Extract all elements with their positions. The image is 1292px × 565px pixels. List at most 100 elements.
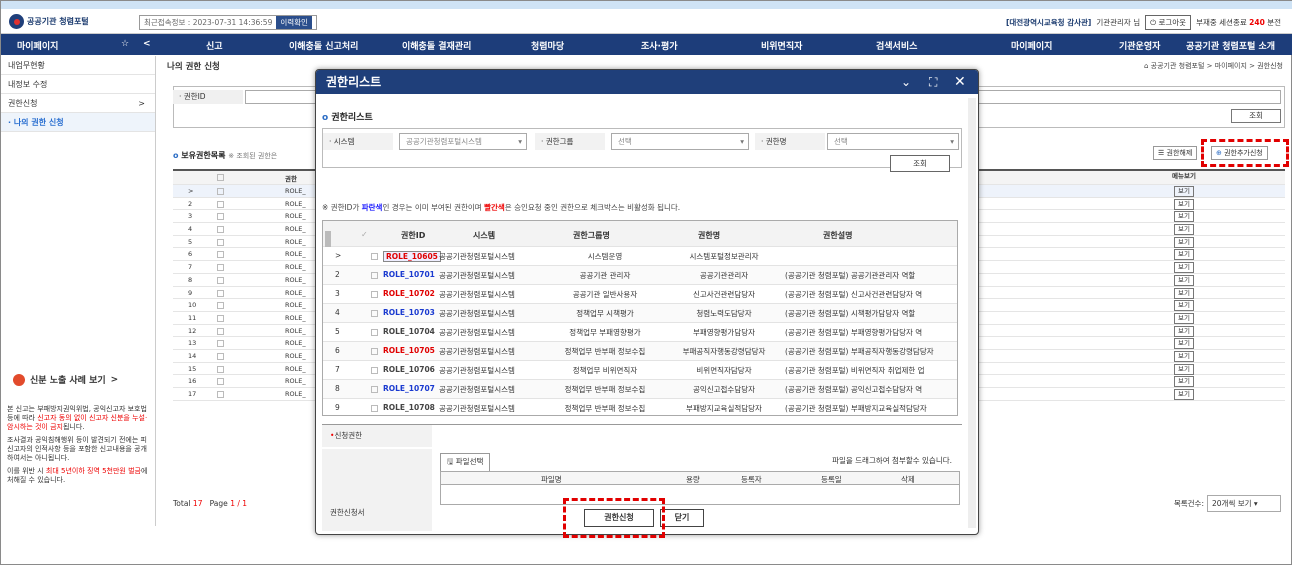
- row-checkbox[interactable]: [217, 264, 224, 272]
- row-checkbox[interactable]: [371, 386, 378, 393]
- row-checkbox[interactable]: [217, 238, 224, 246]
- search-button[interactable]: 조회: [1231, 109, 1281, 123]
- auth-table-row[interactable]: 5 ROLE_10704 공공기관청렴포털시스템 정책업무 부패영향평가 부패영향평가담…: [323, 323, 957, 342]
- row-checkbox[interactable]: [217, 365, 224, 373]
- view-button[interactable]: 보기: [1174, 249, 1194, 261]
- view-button[interactable]: 보기: [1174, 325, 1194, 337]
- close-icon[interactable]: ✕: [954, 70, 966, 94]
- auth-table-row[interactable]: 4 ROLE_10703 공공기관청렴포털시스템 정책업무 시책평가 청렴노력도담당자 (…: [323, 304, 957, 323]
- perpage-select[interactable]: 20개씩 보기 ▾: [1207, 495, 1281, 512]
- nav-mypage-title[interactable]: 마이페이지: [17, 39, 58, 52]
- view-button[interactable]: 보기: [1174, 389, 1194, 400]
- auth-table-row[interactable]: 7 ROLE_10706 공공기관청렴포털시스템 정책업무 비위면직자 비위면직자담당자…: [323, 361, 957, 380]
- row-num: 5: [335, 327, 340, 336]
- release-button[interactable]: ☰ 권한해제: [1153, 146, 1198, 160]
- row-checkbox[interactable]: [371, 348, 378, 355]
- logout-button[interactable]: ⏻ 로그아웃: [1145, 14, 1192, 30]
- view-button[interactable]: 보기: [1174, 236, 1194, 248]
- close-button[interactable]: 닫기: [660, 509, 704, 527]
- row-checkbox[interactable]: [371, 405, 378, 412]
- row-checkbox[interactable]: [217, 251, 224, 259]
- view-button[interactable]: 보기: [1174, 312, 1194, 324]
- row-checkbox[interactable]: [217, 276, 224, 284]
- auth-id: ROLE_10702: [383, 289, 435, 298]
- auth-table-header: ✓ 권한ID 시스템 권한그룹명 권한명 권한설명: [323, 221, 957, 247]
- row-checkbox[interactable]: [217, 302, 224, 310]
- view-button[interactable]: 보기: [1174, 363, 1194, 375]
- row-checkbox[interactable]: [217, 226, 224, 234]
- nav-mypage[interactable]: 마이페이지: [1011, 39, 1052, 52]
- auth-id: ROLE_10708: [383, 403, 435, 412]
- nav-conflict-approval[interactable]: 이해충돌 결재관리: [402, 39, 471, 52]
- maximize-icon[interactable]: ⛶: [929, 70, 937, 94]
- nav-org-admin[interactable]: 기관운영자: [1119, 39, 1160, 52]
- modal-scrollbar[interactable]: [968, 98, 976, 528]
- view-button[interactable]: 보기: [1174, 300, 1194, 312]
- name-select[interactable]: 선택: [827, 133, 959, 150]
- view-button[interactable]: 보기: [1174, 338, 1194, 350]
- system-cell: 공공기관청렴포털시스템: [439, 347, 515, 356]
- minimize-icon[interactable]: ⌄: [901, 70, 911, 94]
- site-logo[interactable]: 공공기관 청렴포털: [9, 14, 119, 29]
- row-checkbox[interactable]: [217, 289, 224, 297]
- view-button[interactable]: 보기: [1174, 186, 1194, 197]
- view-button[interactable]: 보기: [1174, 211, 1194, 223]
- row-checkbox[interactable]: [217, 314, 224, 322]
- row-checkbox[interactable]: [217, 352, 224, 360]
- row-checkbox[interactable]: [217, 391, 224, 398]
- file-select-button[interactable]: 🖫 파일선택: [440, 453, 491, 472]
- row-checkbox[interactable]: [217, 213, 224, 221]
- collapse-icon[interactable]: <: [143, 39, 151, 49]
- name-cell: 공공기관관리자: [699, 271, 749, 280]
- nav-integrity[interactable]: 청렴마당: [531, 39, 564, 52]
- nav-about[interactable]: 공공기관 청렴포털 소개: [1186, 39, 1275, 52]
- nav-report[interactable]: 신고: [206, 39, 223, 52]
- auth-table-row[interactable]: 8 ROLE_10707 공공기관청렴포털시스템 정책업무 반부패 정보수집 공익신고접…: [323, 380, 957, 399]
- sidebar-item-auth-request[interactable]: 권한신청 >: [1, 94, 155, 113]
- row-checkbox[interactable]: [371, 291, 378, 298]
- view-button[interactable]: 보기: [1174, 376, 1194, 388]
- auth-id: ROLE_10704: [383, 327, 435, 336]
- nav-survey[interactable]: 조사·평가: [641, 39, 678, 52]
- row-checkbox[interactable]: [371, 367, 378, 374]
- sidebar-item-profile[interactable]: 내정보 수정: [1, 75, 155, 94]
- view-button[interactable]: 보기: [1174, 350, 1194, 362]
- history-button[interactable]: 이력확인: [276, 16, 312, 29]
- system-select[interactable]: 공공기관청렴포털시스템: [399, 133, 527, 150]
- view-button[interactable]: 보기: [1174, 287, 1194, 299]
- exposure-link[interactable]: 신분 노출 사례 보기 >: [13, 373, 118, 386]
- view-button[interactable]: 보기: [1174, 224, 1194, 236]
- sidebar-item-my-auth[interactable]: · 나의 권한 신청: [1, 113, 155, 132]
- row-checkbox[interactable]: [371, 253, 378, 260]
- view-button[interactable]: 보기: [1174, 274, 1194, 286]
- nav-conflict-process[interactable]: 이해충돌 신고처리: [289, 39, 358, 52]
- row-checkbox[interactable]: [217, 327, 224, 335]
- select-all-checkbox[interactable]: [217, 174, 224, 181]
- warning-icon: [13, 373, 25, 386]
- auth-table-row[interactable]: 3 ROLE_10702 공공기관청렴포털시스템 공공기관 일반사용자 신고사건관련담당…: [323, 285, 957, 304]
- row-checkbox[interactable]: [371, 329, 378, 336]
- group-cell: 정책업무 반부패 정보수집: [564, 404, 646, 413]
- exposure-arrow: >: [110, 374, 119, 385]
- row-checkbox[interactable]: [217, 340, 224, 348]
- auth-table-row[interactable]: > ROLE_10605 공공기관청렴포털시스템 시스템운영 시스템포털정보관리자: [323, 247, 957, 266]
- group-select[interactable]: 선택: [611, 133, 749, 150]
- auth-table-row[interactable]: 2 ROLE_10701 공공기관청렴포털시스템 공공기관 관리자 공공기관관리자 (공공…: [323, 266, 957, 285]
- row-checkbox[interactable]: [217, 200, 224, 208]
- sidebar-item-work[interactable]: 내업무현황: [1, 56, 155, 75]
- row-checkbox[interactable]: [217, 378, 224, 386]
- session-info: 부재중 세션종료 240 분전: [1196, 17, 1281, 28]
- auth-table-row[interactable]: 9 ROLE_10708 공공기관청렴포털시스템 정책업무 반부패 정보수집 부패방지교…: [323, 399, 957, 415]
- file-drop-area[interactable]: [440, 485, 960, 505]
- view-button[interactable]: 보기: [1174, 198, 1194, 210]
- star-icon[interactable]: ☆: [121, 39, 129, 49]
- row-num: 4: [335, 308, 340, 317]
- nav-search[interactable]: 검색서비스: [876, 39, 917, 52]
- row-checkbox[interactable]: [371, 310, 378, 317]
- modal-search-button[interactable]: 조회: [890, 155, 950, 172]
- row-checkbox[interactable]: [217, 188, 224, 195]
- nav-dismissed[interactable]: 비위면직자: [761, 39, 802, 52]
- row-checkbox[interactable]: [371, 272, 378, 279]
- auth-table-row[interactable]: 6 ROLE_10705 공공기관청렴포털시스템 정책업무 반부패 정보수집 부패공직자…: [323, 342, 957, 361]
- view-button[interactable]: 보기: [1174, 262, 1194, 274]
